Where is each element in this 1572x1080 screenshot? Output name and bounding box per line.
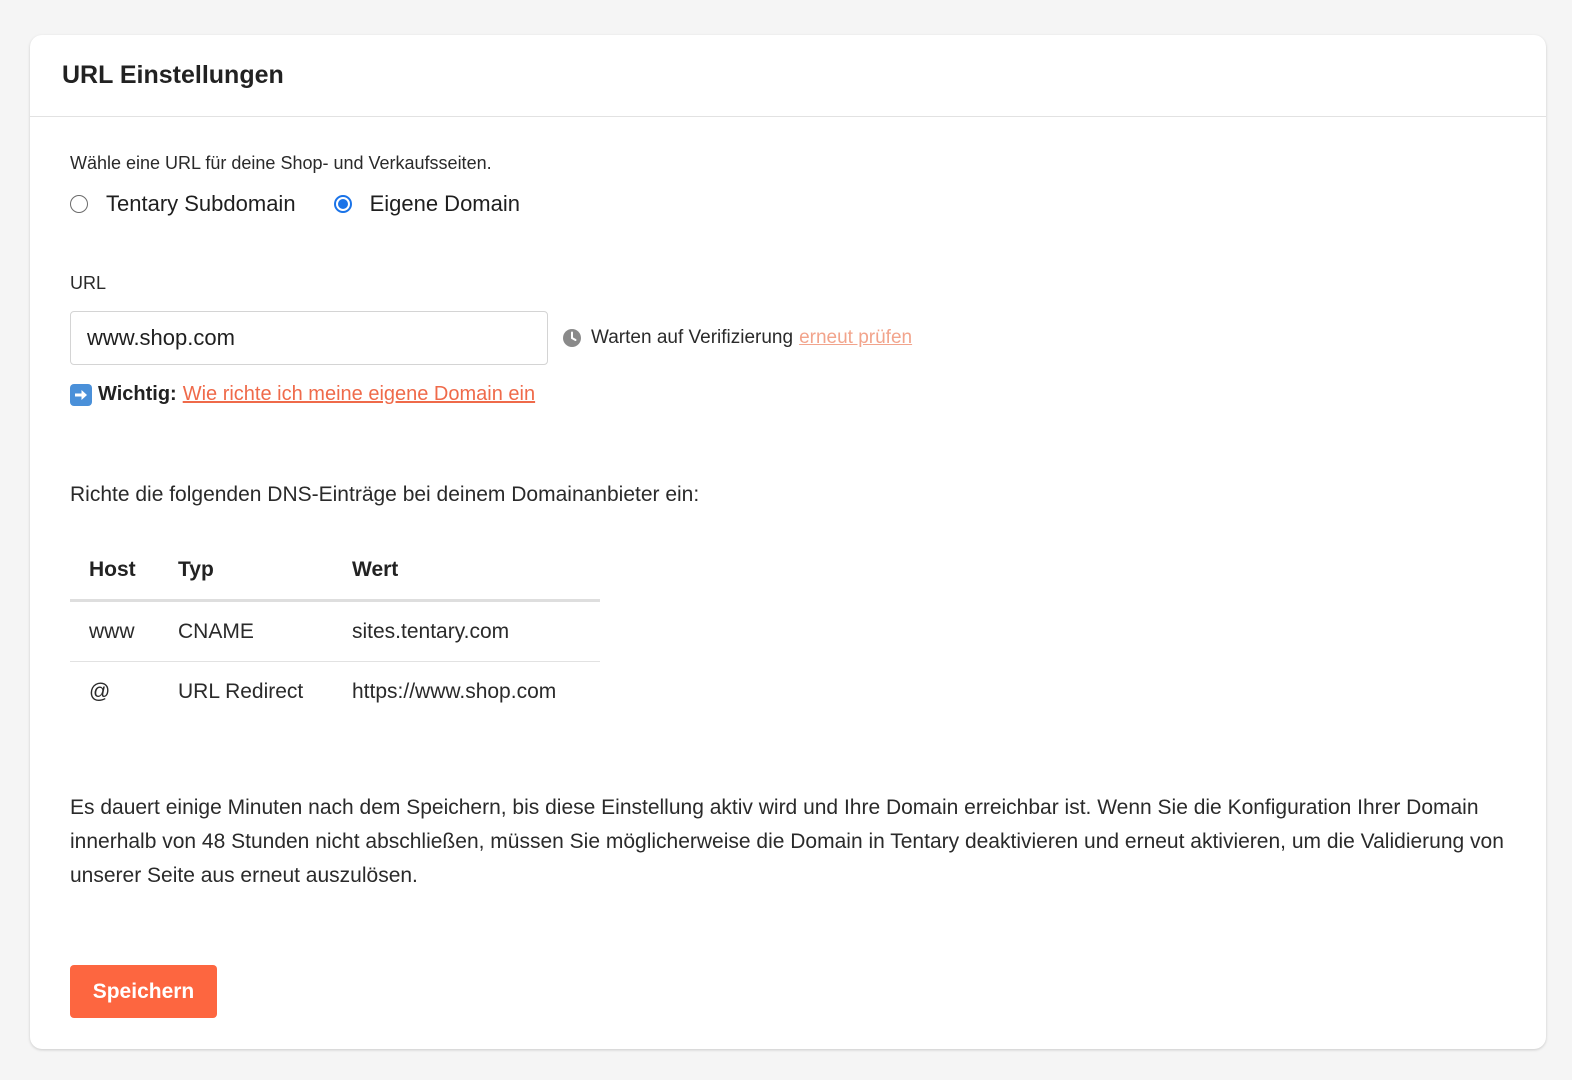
dns-records-table: Host Typ Wert www CNAME sites.tentary.co… (70, 541, 600, 721)
radio-option-tentary-subdomain[interactable]: Tentary Subdomain (70, 191, 296, 217)
dns-intro: Richte die folgenden DNS-Einträge bei de… (70, 483, 700, 506)
important-hint: Wichtig: Wie richte ich meine eigene Dom… (70, 383, 535, 406)
table-row: www CNAME sites.tentary.com (70, 600, 600, 662)
cell-host: @ (89, 679, 111, 703)
url-field-label: URL (70, 273, 107, 293)
important-label: Wichtig: (98, 383, 177, 405)
radio-option-eigene-domain[interactable]: Eigene Domain (333, 191, 520, 217)
url-settings-card: URL Einstellungen Wähle eine URL für dei… (30, 35, 1546, 1049)
url-choice-intro: Wähle eine URL für deine Shop- und Verka… (70, 153, 492, 173)
verification-status: Warten auf Verifizierung erneut prüfen (562, 327, 912, 349)
cell-wert: sites.tentary.com (333, 600, 600, 662)
activation-notice: Es dauert einige Minuten nach dem Speich… (70, 796, 1504, 887)
cell-host: www (70, 600, 159, 662)
domain-setup-help-link[interactable]: Wie richte ich meine eigene Domain ein (183, 383, 535, 406)
page-title: URL Einstellungen (62, 61, 284, 89)
radio-label-eigene-domain: Eigene Domain (369, 191, 520, 216)
radio-tentary-subdomain[interactable] (70, 195, 88, 213)
card-header: URL Einstellungen (30, 35, 1546, 117)
save-button[interactable]: Speichern (70, 965, 217, 1018)
cell-typ: URL Redirect (178, 679, 304, 703)
cell-wert: https://www.shop.com (352, 679, 557, 703)
arrow-right-icon (70, 383, 92, 406)
url-input[interactable] (70, 311, 548, 365)
retry-verification-link[interactable]: erneut prüfen (799, 327, 912, 349)
cell-typ: CNAME (159, 600, 333, 662)
radio-eigene-domain[interactable] (333, 195, 352, 213)
radio-label-tentary-subdomain: Tentary Subdomain (106, 191, 296, 216)
table-row: @ URL Redirect https://www.shop.com (70, 662, 600, 722)
verification-status-text: Warten auf Verifizierung (591, 327, 794, 348)
table-header-row: Host Typ Wert (70, 541, 600, 602)
clock-icon (563, 329, 581, 347)
column-header-typ: Typ (159, 541, 333, 602)
column-header-host: Host (70, 541, 159, 602)
column-header-wert: Wert (333, 541, 600, 602)
url-type-radio-group: Tentary Subdomain Eigene Domain (70, 191, 558, 217)
